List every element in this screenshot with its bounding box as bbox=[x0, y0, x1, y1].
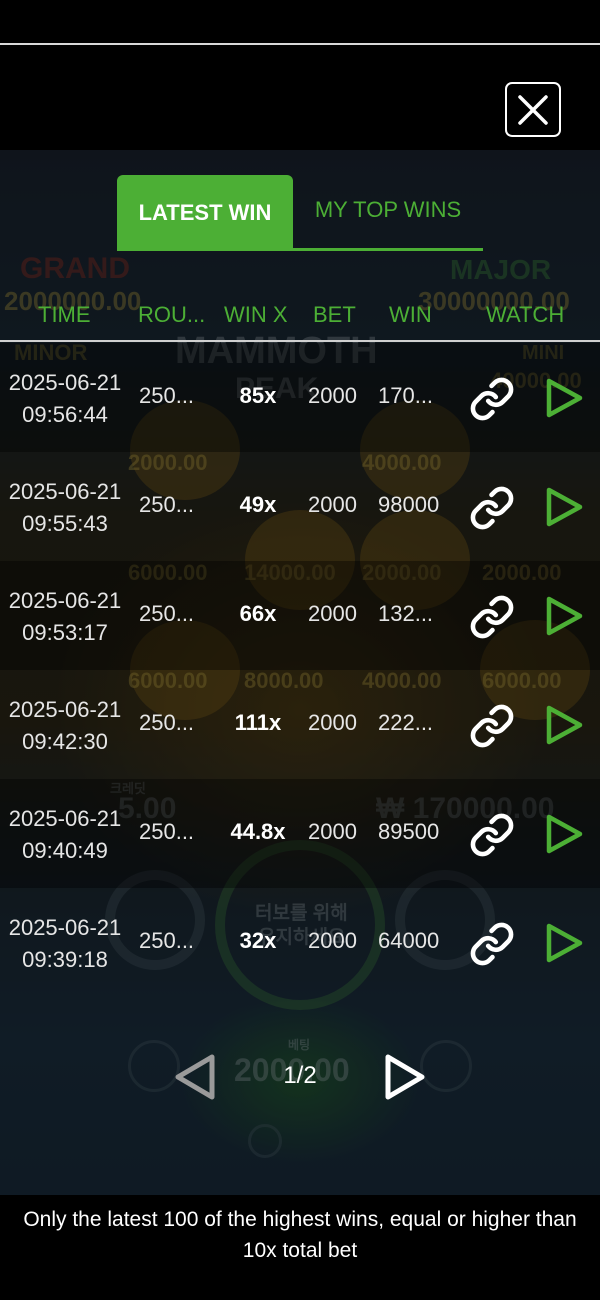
link-icon[interactable] bbox=[469, 812, 515, 858]
row-round: 250... bbox=[139, 383, 195, 408]
play-icon[interactable] bbox=[543, 376, 585, 420]
table-row: 2025-06-21 09:40:49 250... 44.8x 2000 89… bbox=[0, 779, 600, 888]
row-datetime: 2025-06-21 09:55:43 bbox=[8, 476, 122, 540]
column-win-x: WIN X bbox=[224, 302, 288, 327]
row-round: 250... bbox=[139, 819, 195, 844]
play-icon[interactable] bbox=[543, 812, 585, 856]
row-win-multiplier: 49x bbox=[239, 492, 277, 517]
row-win: 132... bbox=[378, 601, 434, 626]
row-win: 64000 bbox=[378, 928, 440, 953]
close-icon bbox=[518, 94, 548, 125]
table-row: 2025-06-21 09:53:17 250... 66x 2000 132.… bbox=[0, 561, 600, 670]
column-round: ROU... bbox=[138, 302, 206, 327]
page-indicator: 1/2 bbox=[283, 1062, 317, 1089]
link-icon[interactable] bbox=[469, 703, 515, 749]
row-datetime: 2025-06-21 09:42:30 bbox=[8, 694, 122, 758]
row-round: 250... bbox=[139, 601, 195, 626]
column-watch: WATCH bbox=[486, 302, 565, 327]
play-icon[interactable] bbox=[543, 485, 585, 529]
row-date: 2025-06-21 bbox=[8, 479, 122, 504]
row-bet: 2000 bbox=[308, 492, 357, 517]
row-date: 2025-06-21 bbox=[8, 915, 122, 940]
row-bet: 2000 bbox=[308, 928, 357, 953]
row-bet: 2000 bbox=[308, 601, 357, 626]
row-date: 2025-06-21 bbox=[8, 588, 122, 613]
table-row: 2025-06-21 09:55:43 250... 49x 2000 9800… bbox=[0, 452, 600, 561]
footer: Only the latest 100 of the highest wins,… bbox=[0, 1195, 600, 1300]
row-win: 98000 bbox=[378, 492, 440, 517]
row-datetime: 2025-06-21 09:56:44 bbox=[8, 367, 122, 431]
row-time: 09:40:49 bbox=[22, 838, 108, 863]
table-header: TIME ROU... WIN X BET WIN WATCH bbox=[0, 298, 600, 334]
row-win: 89500 bbox=[378, 819, 440, 844]
row-time: 09:39:18 bbox=[22, 947, 108, 972]
row-datetime: 2025-06-21 09:39:18 bbox=[8, 912, 122, 976]
row-win: 222... bbox=[378, 710, 434, 735]
link-icon[interactable] bbox=[469, 594, 515, 640]
table-row: 2025-06-21 09:42:30 250... 111x 2000 222… bbox=[0, 670, 600, 779]
row-time: 09:55:43 bbox=[22, 511, 108, 536]
wins-table: 2025-06-21 09:56:44 250... 85x 2000 170.… bbox=[0, 343, 600, 997]
row-date: 2025-06-21 bbox=[8, 697, 122, 722]
row-win-multiplier: 85x bbox=[239, 383, 277, 408]
row-date: 2025-06-21 bbox=[8, 806, 122, 831]
row-round: 250... bbox=[139, 492, 195, 517]
row-date: 2025-06-21 bbox=[8, 370, 122, 395]
row-datetime: 2025-06-21 09:40:49 bbox=[8, 803, 122, 867]
tab-my-top-wins[interactable]: MY TOP WINS bbox=[293, 175, 483, 245]
row-round: 250... bbox=[139, 710, 195, 735]
table-row: 2025-06-21 09:56:44 250... 85x 2000 170.… bbox=[0, 343, 600, 452]
close-button[interactable] bbox=[505, 82, 561, 137]
row-time: 09:53:17 bbox=[22, 620, 108, 645]
row-bet: 2000 bbox=[308, 383, 357, 408]
triangle-left-icon[interactable] bbox=[172, 1052, 218, 1102]
triangle-right-icon[interactable] bbox=[382, 1052, 428, 1102]
link-icon[interactable] bbox=[469, 485, 515, 531]
row-win-multiplier: 66x bbox=[239, 601, 277, 626]
link-icon[interactable] bbox=[469, 376, 515, 422]
tab-underline bbox=[293, 248, 483, 251]
row-datetime: 2025-06-21 09:53:17 bbox=[8, 585, 122, 649]
row-win-multiplier: 111x bbox=[234, 710, 282, 735]
row-win-multiplier: 44.8x bbox=[230, 819, 286, 844]
column-win: WIN bbox=[389, 302, 432, 327]
header-divider bbox=[0, 340, 600, 342]
tab-latest-win[interactable]: LATEST WIN bbox=[117, 175, 293, 251]
play-icon[interactable] bbox=[543, 703, 585, 747]
row-time: 09:56:44 bbox=[22, 402, 108, 427]
row-round: 250... bbox=[139, 928, 195, 953]
column-time: TIME bbox=[38, 302, 91, 327]
table-row: 2025-06-21 09:39:18 250... 32x 2000 6400… bbox=[0, 888, 600, 997]
link-icon[interactable] bbox=[469, 921, 515, 967]
top-divider bbox=[0, 43, 600, 45]
column-bet: BET bbox=[313, 302, 356, 327]
play-icon[interactable] bbox=[543, 594, 585, 638]
play-icon[interactable] bbox=[543, 921, 585, 965]
row-bet: 2000 bbox=[308, 819, 357, 844]
row-bet: 2000 bbox=[308, 710, 357, 735]
footer-note: Only the latest 100 of the highest wins,… bbox=[23, 1208, 577, 1262]
row-win-multiplier: 32x bbox=[239, 928, 277, 953]
row-time: 09:42:30 bbox=[22, 729, 108, 754]
row-win: 170... bbox=[378, 383, 434, 408]
